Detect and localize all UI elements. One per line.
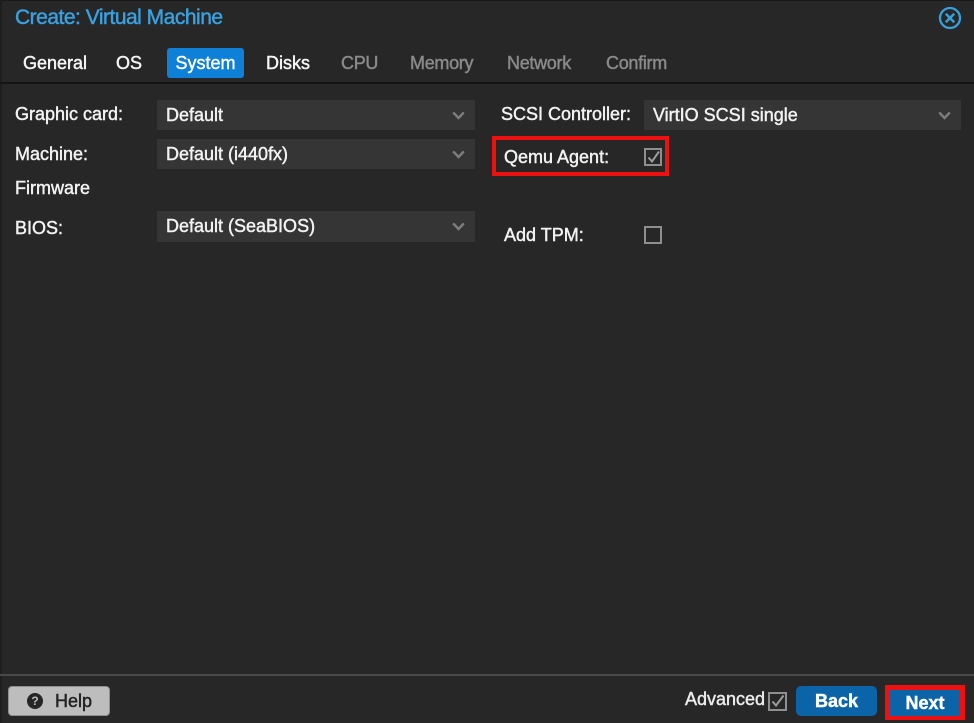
svg-text:?: ? (31, 694, 38, 708)
